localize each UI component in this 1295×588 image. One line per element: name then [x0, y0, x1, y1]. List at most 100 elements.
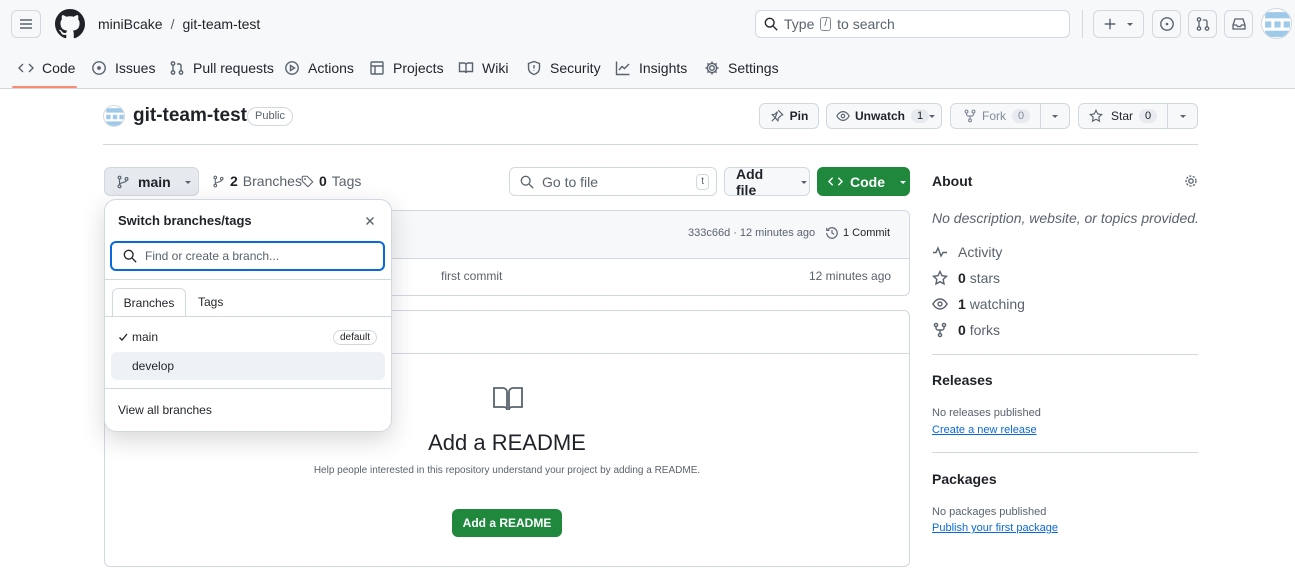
close-button[interactable] [362, 213, 378, 229]
global-search[interactable]: Type / to search [755, 10, 1070, 38]
tab-branches[interactable]: Branches [112, 288, 186, 317]
file-commit-time: 12 minutes ago [809, 269, 892, 283]
forks-link[interactable]: 0 forks [932, 322, 1000, 338]
github-logo[interactable] [55, 9, 85, 39]
pulse-icon [933, 246, 947, 258]
activity-label: Activity [958, 244, 1003, 260]
file-commit-message[interactable]: first commit [441, 269, 502, 283]
branch-item-name: main [132, 330, 159, 344]
branch-item-develop[interactable]: develop [111, 352, 385, 380]
create-new-button[interactable] [1093, 10, 1144, 38]
branch-search-input[interactable]: Find or create a branch... [110, 241, 385, 271]
add-file-button[interactable]: Add file [724, 165, 810, 198]
book-icon [492, 385, 524, 413]
fork-dropdown-button[interactable] [1040, 103, 1070, 129]
tab-label: Projects [393, 60, 444, 76]
code-icon [18, 63, 34, 73]
go-to-file-placeholder: Go to file [542, 173, 599, 190]
pin-label: Pin [789, 109, 809, 123]
chevron-down-icon [900, 180, 906, 184]
book-icon [458, 62, 474, 74]
readme-description: Help people interested in this repositor… [313, 465, 701, 476]
tags-link[interactable]: 0 Tags [301, 173, 361, 189]
add-file-label: Add file [736, 165, 764, 198]
tags-label: Tags [331, 173, 362, 189]
stars-link[interactable]: 0 stars [932, 270, 1000, 286]
about-title: About [932, 173, 973, 189]
eye-icon [836, 111, 850, 121]
code-button[interactable]: Code [817, 167, 910, 196]
dropdown-tabs-divider [104, 316, 392, 317]
star-dropdown-button[interactable] [1167, 103, 1198, 129]
gear-icon [1185, 175, 1197, 187]
shield-icon [527, 60, 541, 76]
issues-button[interactable] [1152, 10, 1181, 38]
releases-title[interactable]: Releases [932, 372, 993, 388]
packages-title[interactable]: Packages [932, 471, 997, 487]
dropdown-title: Switch branches/tags [118, 213, 252, 228]
table-icon [370, 61, 384, 75]
publish-package-link[interactable]: Publish your first package [932, 522, 1058, 534]
fork-button[interactable]: Fork 0 [950, 103, 1041, 129]
plus-icon [1104, 18, 1115, 30]
view-all-branches-link[interactable]: View all branches [118, 403, 212, 417]
go-to-file-input[interactable]: Go to file t [509, 167, 717, 196]
branches-link[interactable]: 2 Branches [212, 173, 302, 189]
repo-title[interactable]: git-team-test [133, 105, 247, 127]
tab-settings[interactable]: Settings [704, 54, 779, 82]
chevron-down-icon [1126, 23, 1133, 26]
watching-count: 1 [958, 296, 966, 312]
sidebar-divider [932, 452, 1198, 453]
star-button[interactable]: Star 0 [1078, 103, 1168, 129]
menu-button[interactable] [11, 10, 41, 38]
about-description: No description, website, or topics provi… [932, 210, 1199, 226]
header-divider [1082, 10, 1083, 38]
tab-tags[interactable]: Tags [198, 295, 223, 309]
code-label: Code [850, 173, 885, 190]
tab-wiki[interactable]: Wiki [458, 54, 508, 82]
forks-label: forks [969, 322, 1001, 338]
inbox-icon [1231, 18, 1246, 30]
tab-label: Settings [728, 60, 779, 76]
tab-insights[interactable]: Insights [615, 54, 687, 82]
pull-requests-button[interactable] [1188, 10, 1217, 38]
tab-actions[interactable]: Actions [284, 54, 354, 82]
owner-link[interactable]: miniBcake [98, 16, 163, 32]
add-readme-button[interactable]: Add a README [452, 509, 562, 537]
issue-icon [1159, 17, 1174, 31]
star-icon [1089, 109, 1103, 123]
tab-label: Code [42, 60, 76, 76]
tab-issues[interactable]: Issues [91, 54, 155, 82]
branch-item-main[interactable]: main default [111, 323, 385, 351]
chevron-down-icon [184, 180, 191, 184]
branch-search-placeholder: Find or create a branch... [145, 249, 280, 263]
chevron-down-icon [801, 180, 808, 184]
github-icon [55, 9, 85, 39]
repo-link[interactable]: git-team-test [182, 16, 260, 32]
pin-button[interactable]: Pin [759, 103, 819, 129]
watching-label: watching [969, 296, 1025, 312]
create-release-link[interactable]: Create a new release [932, 424, 1037, 436]
watching-link[interactable]: 1 watching [932, 296, 1025, 312]
avatar[interactable] [1261, 8, 1292, 39]
branch-select-button[interactable]: main [104, 167, 199, 196]
unwatch-button[interactable]: Unwatch 1 [826, 103, 942, 129]
commit-hash[interactable]: 333c66d [688, 227, 730, 239]
activity-link[interactable]: Activity [932, 244, 1002, 260]
inbox-button[interactable] [1224, 10, 1253, 38]
commits-link[interactable]: 1 Commit [825, 226, 890, 240]
tab-pull-requests[interactable]: Pull requests [169, 54, 274, 82]
tab-code[interactable]: Code [18, 54, 75, 82]
stars-label: stars [969, 270, 1001, 286]
pull-request-icon [170, 61, 184, 75]
latest-commit-meta: 333c66d · 12 minutes ago [688, 227, 815, 239]
visibility-badge: Public [247, 107, 293, 126]
tab-projects[interactable]: Projects [369, 54, 444, 82]
readme-title: Add a README [428, 430, 586, 455]
default-badge: default [332, 329, 377, 345]
tab-security[interactable]: Security [526, 54, 601, 82]
identicon-icon [106, 108, 124, 126]
search-prefix: Type [784, 16, 815, 32]
history-icon [826, 227, 838, 239]
about-settings-button[interactable] [1183, 173, 1199, 189]
